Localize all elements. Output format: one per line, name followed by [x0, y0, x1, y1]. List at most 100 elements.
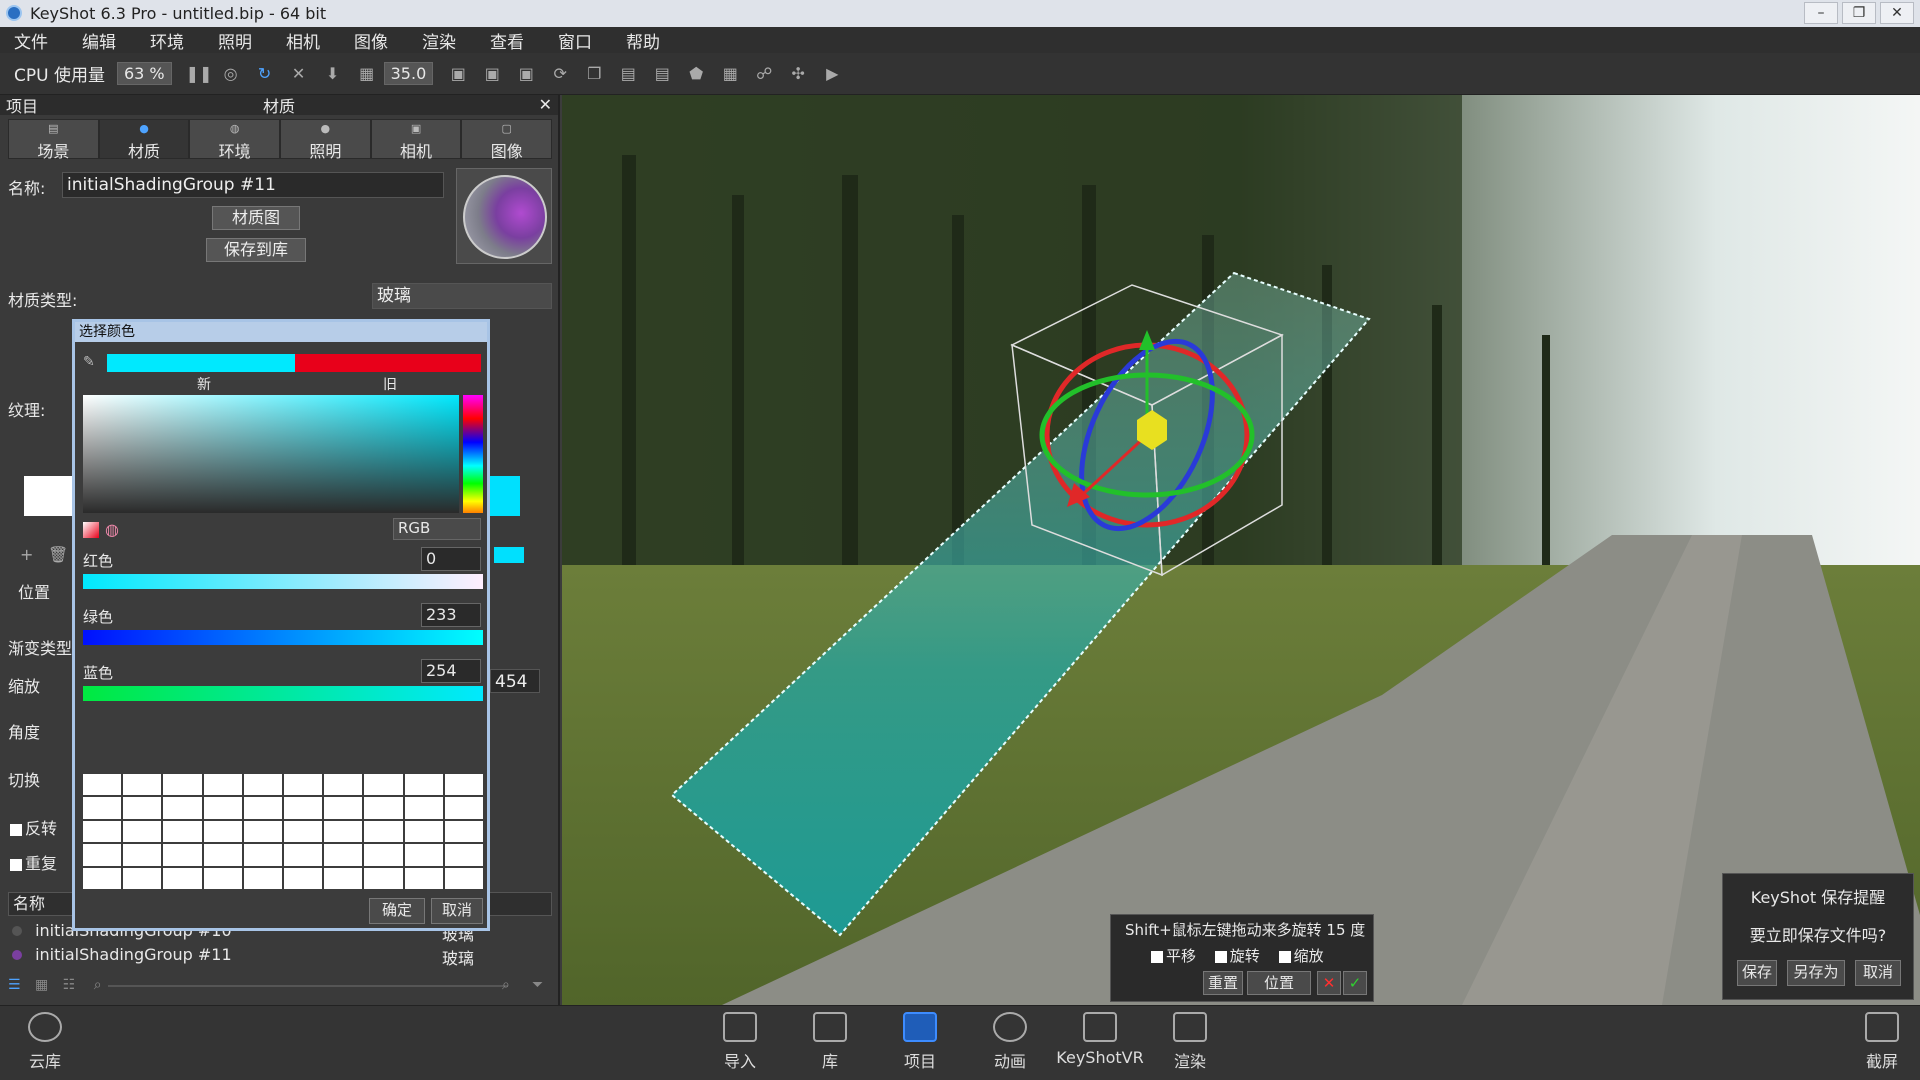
- render-button[interactable]: 渲染: [1145, 1012, 1235, 1072]
- palette-mode-icon[interactable]: [83, 522, 99, 538]
- screenshot-button[interactable]: 截屏: [1850, 1012, 1914, 1072]
- pan-checkbox[interactable]: [1151, 950, 1163, 963]
- fit-icon[interactable]: ✕: [288, 63, 310, 85]
- link-icon[interactable]: ☍: [753, 63, 775, 85]
- rotate-checkbox[interactable]: [1214, 950, 1227, 963]
- cpu-usage-value[interactable]: 63 %: [116, 62, 172, 85]
- drop-icon[interactable]: ⬇: [322, 63, 344, 85]
- layout-icon[interactable]: ▤: [617, 63, 639, 85]
- color-wheel-icon[interactable]: ◍: [105, 520, 119, 539]
- performance-icon[interactable]: ◎: [220, 63, 242, 85]
- library-button[interactable]: 库: [785, 1012, 875, 1072]
- red-slider[interactable]: [83, 574, 483, 589]
- custom-color-grid[interactable]: [83, 774, 483, 889]
- save-to-library-button[interactable]: 保存到库: [206, 238, 306, 262]
- scale-checkbox[interactable]: [1278, 950, 1291, 963]
- color-mode-select[interactable]: RGB: [393, 518, 481, 540]
- gradient-stop-cyan[interactable]: [490, 476, 520, 516]
- gradient-stop-white[interactable]: [24, 476, 72, 516]
- layout2-icon[interactable]: ▤: [651, 63, 673, 85]
- maximize-button[interactable]: ❐: [1842, 2, 1876, 24]
- menu-help[interactable]: 帮助: [626, 28, 660, 53]
- transform-icon[interactable]: ✣: [787, 63, 809, 85]
- position-button[interactable]: 位置: [1247, 971, 1311, 995]
- minimize-button[interactable]: –: [1804, 2, 1838, 24]
- material-type-select[interactable]: 玻璃: [372, 283, 552, 309]
- menu-window[interactable]: 窗口: [558, 28, 592, 53]
- reverse-checkbox[interactable]: 反转: [10, 815, 57, 839]
- cancel-button[interactable]: 取消: [431, 898, 483, 924]
- cloud-icon: [28, 1012, 62, 1042]
- list-name-header[interactable]: 名称: [13, 894, 45, 913]
- eyedropper-icon[interactable]: ✎: [83, 354, 95, 370]
- grid-icon[interactable]: ▦: [719, 63, 741, 85]
- red-value-input[interactable]: 0: [421, 547, 481, 571]
- green-slider[interactable]: [83, 630, 483, 645]
- list-view-icon[interactable]: ☰: [8, 977, 21, 993]
- panel-close-icon[interactable]: ✕: [539, 95, 552, 114]
- menu-camera[interactable]: 相机: [286, 28, 320, 53]
- list-item[interactable]: initialShadingGroup #11 玻璃: [12, 945, 552, 968]
- menu-view[interactable]: 查看: [490, 28, 524, 53]
- tab-image[interactable]: ▢ 图像: [461, 119, 553, 161]
- saturation-value-field[interactable]: [83, 395, 459, 513]
- old-color-swatch[interactable]: [295, 354, 481, 372]
- close-button[interactable]: ✕: [1880, 2, 1914, 24]
- menu-edit[interactable]: 编辑: [82, 28, 116, 53]
- filter-icon[interactable]: ⏷: [532, 977, 543, 993]
- menu-environment[interactable]: 环境: [150, 28, 184, 53]
- tab-material[interactable]: ● 材质: [98, 119, 190, 161]
- texture-label: 纹理:: [8, 401, 46, 420]
- script-icon[interactable]: ▶: [821, 63, 843, 85]
- render-viewport[interactable]: [562, 95, 1920, 1005]
- tree-view-icon[interactable]: ☷: [63, 977, 76, 993]
- confirm-transform-icon[interactable]: ✓: [1343, 971, 1367, 995]
- rotate-icon[interactable]: ⟳: [549, 63, 571, 85]
- project-button[interactable]: 项目: [875, 1012, 965, 1072]
- zoom-in-icon[interactable]: ⌕: [502, 977, 510, 993]
- menu-render[interactable]: 渲染: [422, 28, 456, 53]
- tab-scene[interactable]: ▤ 场景: [8, 119, 99, 161]
- camera-list-icon[interactable]: ▣: [515, 63, 537, 85]
- scale-input[interactable]: 454: [490, 669, 540, 693]
- ok-button[interactable]: 确定: [369, 898, 425, 924]
- cancel-transform-icon[interactable]: ✕: [1317, 971, 1341, 995]
- thumbnail-size-slider[interactable]: [108, 985, 508, 987]
- import-button[interactable]: 导入: [695, 1012, 785, 1072]
- material-name-input[interactable]: initialShadingGroup #11: [62, 172, 444, 198]
- repeat-check-box[interactable]: [10, 858, 22, 871]
- add-stop-icon[interactable]: +: [20, 545, 33, 564]
- pause-icon[interactable]: ❚❚: [186, 63, 213, 85]
- refresh-icon[interactable]: ↻: [254, 63, 276, 85]
- hue-slider[interactable]: [463, 395, 483, 513]
- keyshotvr-button[interactable]: KeyShotVR: [1055, 1012, 1145, 1067]
- blue-slider[interactable]: [83, 686, 483, 701]
- camera-add-icon[interactable]: ▣: [481, 63, 503, 85]
- animation-button[interactable]: 动画: [965, 1012, 1055, 1072]
- camera-icon[interactable]: ▣: [447, 63, 469, 85]
- fov-value[interactable]: 35.0: [383, 62, 434, 85]
- zoom-out-icon[interactable]: ⌕: [94, 977, 102, 993]
- shield-icon[interactable]: ⬟: [685, 63, 707, 85]
- blue-value-input[interactable]: 254: [421, 659, 481, 683]
- tab-lighting[interactable]: ● 照明: [280, 119, 371, 161]
- reset-button[interactable]: 重置: [1203, 971, 1243, 995]
- material-graph-button[interactable]: 材质图: [212, 206, 300, 230]
- fov-icon: ▦: [359, 63, 375, 83]
- reverse-check-box[interactable]: [10, 823, 22, 836]
- save-cancel-button[interactable]: 取消: [1855, 960, 1901, 986]
- copy-icon[interactable]: ❐: [583, 63, 605, 85]
- gradient-color-swatch[interactable]: [494, 547, 524, 563]
- menu-file[interactable]: 文件: [14, 28, 48, 53]
- delete-stop-icon[interactable]: 🗑: [48, 545, 68, 564]
- tab-camera[interactable]: ▣ 相机: [370, 119, 462, 161]
- menu-lighting[interactable]: 照明: [218, 28, 252, 53]
- green-value-input[interactable]: 233: [421, 603, 481, 627]
- repeat-checkbox[interactable]: 重复: [10, 850, 57, 874]
- save-as-button[interactable]: 另存为: [1787, 960, 1845, 986]
- cloud-library-button[interactable]: 云库: [0, 1012, 90, 1072]
- menu-image[interactable]: 图像: [354, 28, 388, 53]
- save-button[interactable]: 保存: [1737, 960, 1777, 986]
- tab-environment[interactable]: ◍ 环境: [189, 119, 281, 161]
- grid-view-icon[interactable]: ▦: [35, 977, 48, 993]
